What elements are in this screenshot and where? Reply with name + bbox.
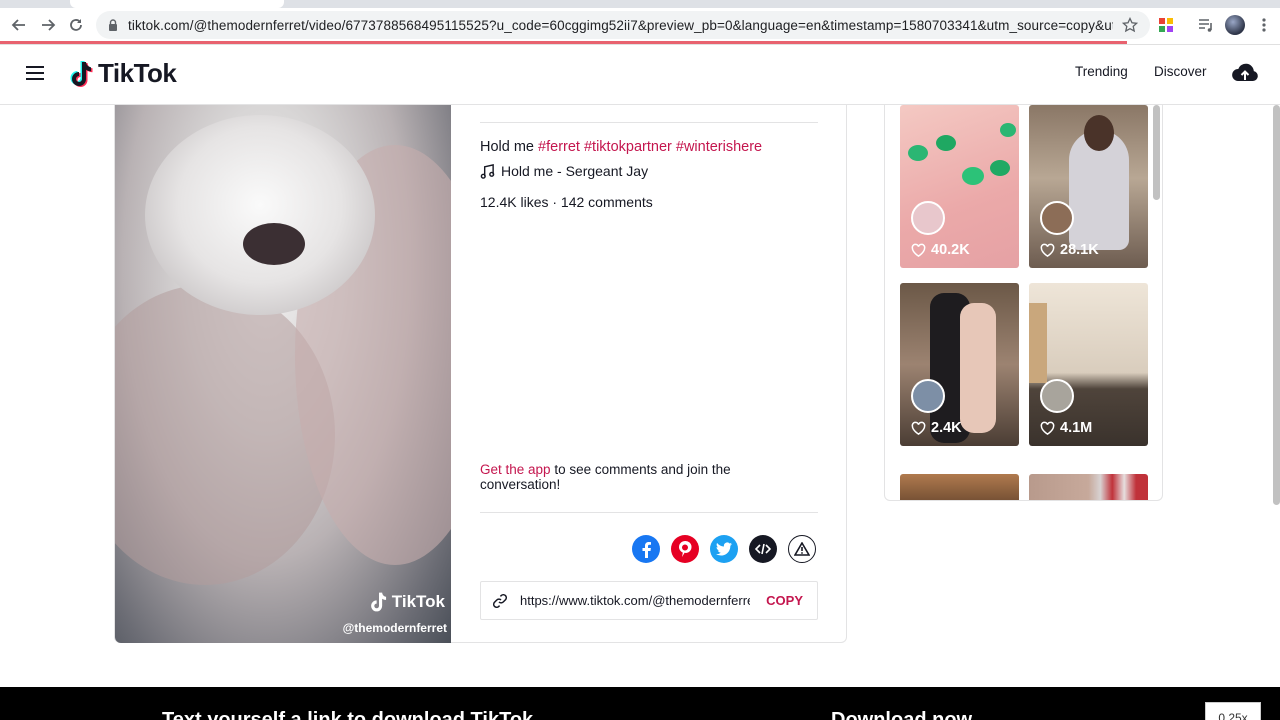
creator-avatar[interactable] [911, 379, 945, 413]
logo-text: TikTok [98, 58, 177, 88]
related-panel-scrollbar[interactable] [1153, 105, 1160, 200]
get-app-link[interactable]: Get the app [480, 462, 551, 477]
browser-tab-strip [0, 0, 1280, 8]
url-text[interactable]: tiktok.com/@themodernferret/video/677378… [128, 18, 1113, 33]
like-count-text: 40.2K [931, 242, 970, 258]
like-count: 4.1M [1040, 420, 1092, 436]
related-videos-panel: 40.2K 28.1K 2.4K 4.1M [884, 105, 1163, 501]
like-count-text: 4.1M [1060, 420, 1093, 436]
related-video-thumb[interactable]: 4.1M [1029, 283, 1148, 446]
related-video-thumb[interactable]: 40.2K [900, 105, 1019, 268]
heart-icon [911, 421, 926, 435]
divider [480, 512, 818, 513]
like-count-text: 2.4K [931, 420, 962, 436]
caption-text: Hold me [480, 139, 534, 155]
hamburger-menu-icon[interactable] [26, 66, 44, 80]
nav-trending[interactable]: Trending [1075, 64, 1128, 79]
link-chain-icon [492, 593, 508, 608]
divider [480, 122, 818, 123]
extension-icon[interactable] [1152, 11, 1180, 39]
music-link[interactable]: Hold me - Sergeant Jay [480, 163, 648, 179]
site-header: TikTok Trending Discover [0, 45, 1280, 105]
playback-speed-badge[interactable]: 0.25x [1205, 702, 1261, 720]
post-info: Hold me #ferret #tiktokpartner #winteris… [480, 105, 818, 643]
hashtag-link[interactable]: #ferret [538, 139, 580, 155]
address-bar[interactable]: tiktok.com/@themodernferret/video/677378… [96, 11, 1150, 39]
heart-icon [1040, 421, 1055, 435]
like-count: 2.4K [911, 420, 962, 436]
related-video-thumb[interactable]: 2.4K [900, 283, 1019, 446]
get-app-prompt: Get the app to see comments and join the… [480, 462, 780, 492]
reload-icon[interactable] [62, 11, 90, 39]
media-queue-icon[interactable] [1192, 11, 1220, 39]
facebook-share-icon[interactable] [632, 535, 660, 563]
post-stats: 12.4K likes · 142 comments [480, 194, 653, 210]
video-card: TikTok @themodernferret Hold me #ferret … [114, 105, 847, 643]
bookmark-star-icon[interactable] [1122, 17, 1138, 33]
copy-link-button[interactable]: COPY [766, 593, 803, 608]
music-title: Hold me - Sergeant Jay [501, 163, 649, 179]
like-count: 28.1K [1040, 242, 1099, 258]
creator-avatar[interactable] [1040, 201, 1074, 235]
watermark-text: TikTok [391, 592, 445, 611]
browser-toolbar: tiktok.com/@themodernferret/video/677378… [0, 8, 1280, 42]
creator-avatar[interactable] [1040, 379, 1074, 413]
profile-avatar[interactable] [1221, 11, 1249, 39]
post-caption: Hold me #ferret #tiktokpartner #winteris… [480, 139, 762, 155]
music-note-icon [480, 163, 495, 179]
video-handle: @themodernferret [342, 621, 447, 635]
video-player[interactable]: TikTok @themodernferret [115, 105, 451, 643]
tiktok-logo[interactable]: TikTok [70, 58, 177, 89]
page-scrollbar[interactable] [1273, 105, 1280, 505]
active-tab[interactable] [70, 0, 284, 8]
ferret-head [145, 115, 375, 315]
related-video-thumb[interactable]: 28.1K [1029, 105, 1148, 268]
share-link-input[interactable]: https://www.tiktok.com/@themodernferret/… [520, 593, 750, 608]
tiktok-note-icon [70, 60, 93, 87]
download-footer: Text yourself a link to download TikTok … [0, 687, 1280, 720]
report-warning-icon[interactable] [788, 535, 816, 563]
browser-menu-icon[interactable] [1250, 11, 1278, 39]
like-count-text: 28.1K [1060, 242, 1099, 258]
nav-discover[interactable]: Discover [1154, 64, 1207, 79]
share-link-box: https://www.tiktok.com/@themodernferret/… [480, 581, 818, 620]
twitter-share-icon[interactable] [710, 535, 738, 563]
related-video-thumb[interactable] [900, 474, 1019, 500]
creator-avatar[interactable] [911, 201, 945, 235]
ferret-nose [243, 223, 305, 265]
pinterest-share-icon[interactable] [671, 535, 699, 563]
heart-icon [1040, 243, 1055, 257]
footer-download-heading: Download now [831, 709, 973, 720]
forward-icon[interactable] [34, 11, 62, 39]
hashtag-link[interactable]: #winterishere [676, 139, 762, 155]
lock-icon [109, 19, 117, 31]
like-count: 40.2K [911, 242, 970, 258]
back-icon[interactable] [5, 11, 33, 39]
embed-code-icon[interactable] [749, 535, 777, 563]
tiktok-note-icon [370, 592, 386, 612]
hashtag-link[interactable]: #tiktokpartner [584, 139, 672, 155]
related-video-thumb[interactable] [1029, 474, 1148, 500]
video-watermark: TikTok [369, 591, 445, 613]
upload-cloud-icon[interactable] [1231, 59, 1259, 87]
heart-icon [911, 243, 926, 257]
footer-text-link-prompt: Text yourself a link to download TikTok [162, 709, 534, 720]
